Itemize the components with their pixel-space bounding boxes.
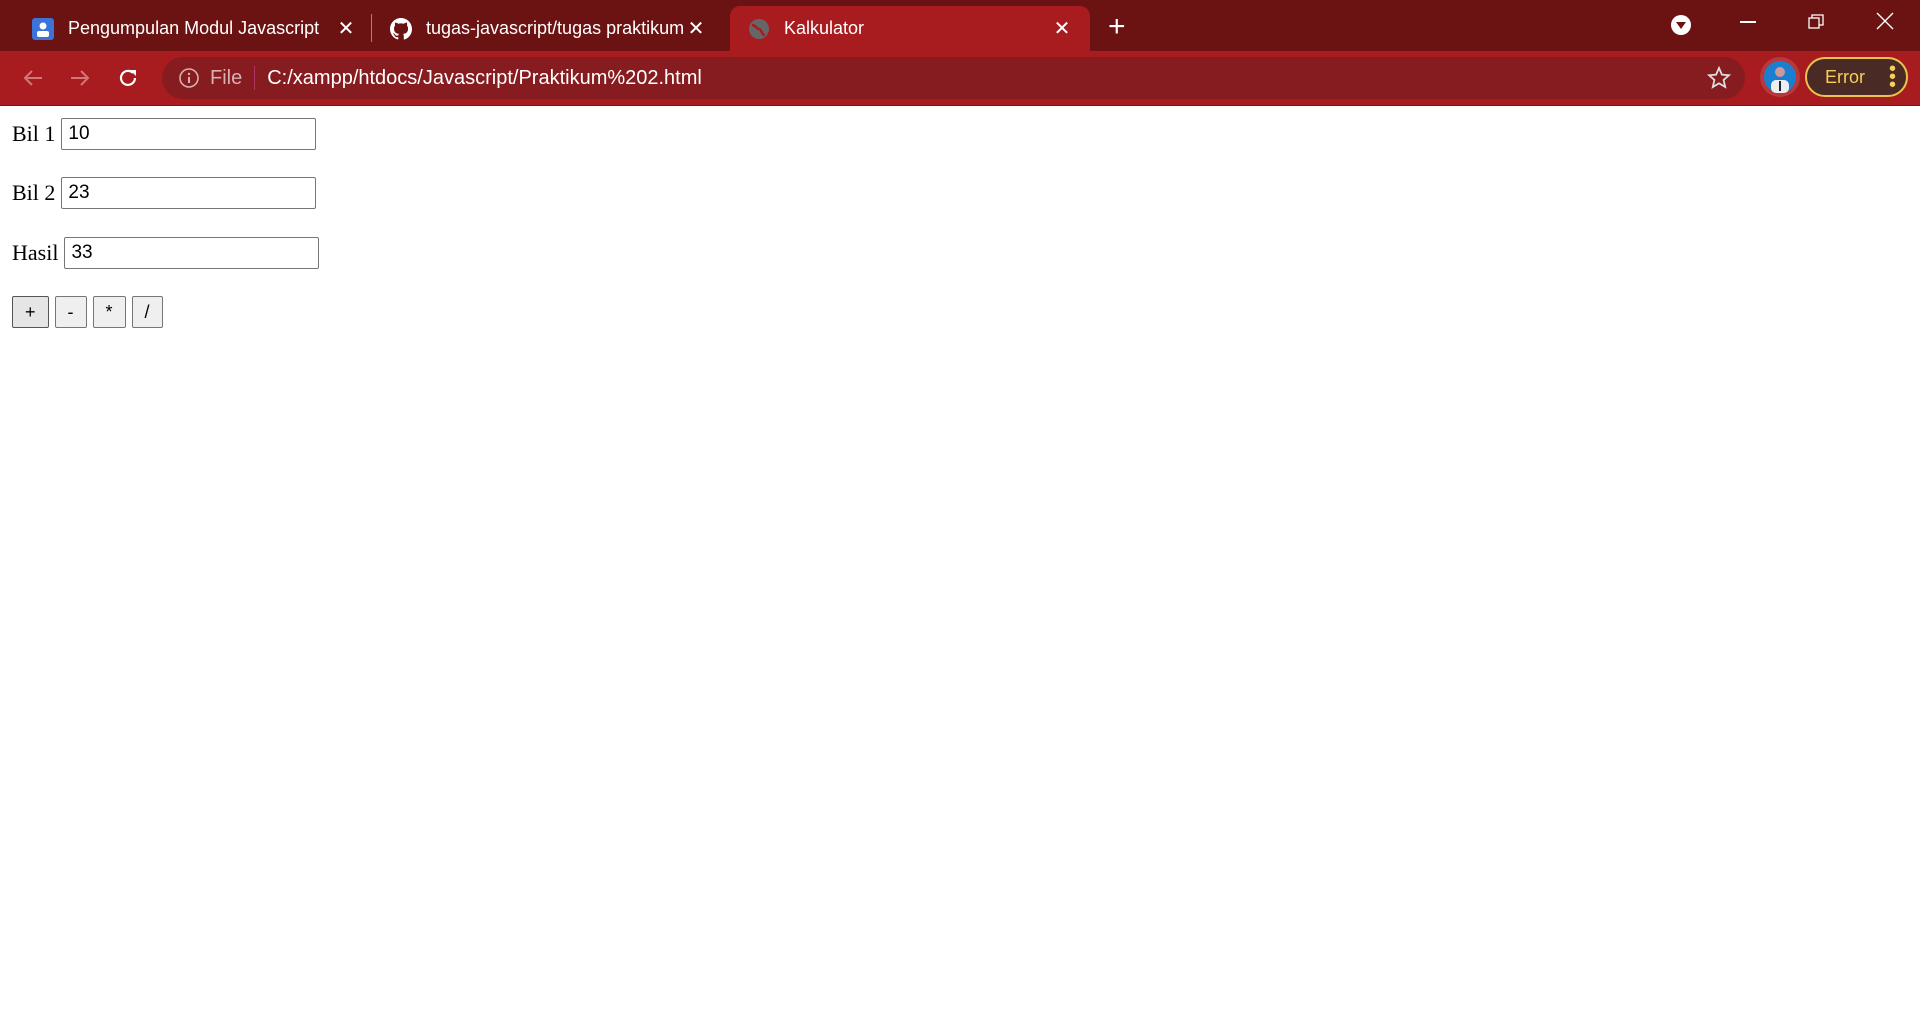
globe-icon bbox=[748, 18, 770, 40]
tab-strip: Pengumpulan Modul Javascript ✕ tugas-jav… bbox=[0, 0, 1920, 51]
hasil-input[interactable] bbox=[64, 237, 320, 269]
bil2-row: Bil 2 bbox=[12, 177, 317, 209]
close-icon[interactable]: ✕ bbox=[334, 16, 358, 41]
back-button[interactable] bbox=[16, 61, 50, 95]
error-label: Error bbox=[1825, 66, 1865, 87]
classroom-icon bbox=[32, 17, 54, 40]
forward-button[interactable] bbox=[63, 61, 97, 95]
info-icon[interactable] bbox=[178, 67, 200, 89]
close-icon[interactable]: ✕ bbox=[684, 16, 708, 41]
tab-kalkulator[interactable]: Kalkulator ✕ bbox=[730, 6, 1090, 51]
bookmark-star-icon[interactable] bbox=[1707, 66, 1731, 90]
divide-button[interactable]: / bbox=[131, 296, 163, 328]
bil1-row: Bil 1 bbox=[12, 118, 317, 150]
minimize-button[interactable] bbox=[1740, 21, 1756, 23]
address-bar[interactable]: File C:/xampp/htdocs/Javascript/Praktiku… bbox=[162, 57, 1745, 99]
hasil-row: Hasil bbox=[12, 237, 320, 269]
tab-title: Pengumpulan Modul Javascript bbox=[68, 18, 320, 38]
tab-search-button[interactable] bbox=[1670, 14, 1692, 41]
new-tab-button[interactable]: + bbox=[1108, 10, 1126, 44]
close-window-button[interactable] bbox=[1876, 12, 1894, 35]
menu-dots-icon: • • • bbox=[1888, 58, 1896, 96]
multiply-button[interactable]: * bbox=[92, 296, 126, 328]
error-button[interactable]: Error • • • bbox=[1805, 57, 1908, 97]
toolbar: File C:/xampp/htdocs/Javascript/Praktiku… bbox=[0, 51, 1920, 106]
tab-github[interactable]: tugas-javascript/tugas praktikum ✕ bbox=[378, 6, 720, 51]
avatar[interactable] bbox=[1760, 57, 1800, 97]
github-icon bbox=[390, 17, 412, 40]
scheme-label: File bbox=[210, 66, 243, 89]
operator-buttons: + - * / bbox=[12, 296, 163, 328]
tab-title: Kalkulator bbox=[784, 18, 865, 38]
subtract-button[interactable]: - bbox=[54, 296, 87, 328]
url-text[interactable]: C:/xampp/htdocs/Javascript/Praktikum%202… bbox=[267, 67, 702, 90]
tab-title: tugas-javascript/tugas praktikum bbox=[426, 18, 684, 38]
bil1-input[interactable] bbox=[61, 118, 317, 150]
hasil-label: Hasil bbox=[12, 240, 59, 265]
bil2-input[interactable] bbox=[61, 177, 317, 209]
bil1-label: Bil 1 bbox=[12, 121, 56, 146]
close-icon[interactable]: ✕ bbox=[1050, 16, 1074, 41]
tab-pengumpulan[interactable]: Pengumpulan Modul Javascript ✕ bbox=[20, 6, 370, 51]
divider bbox=[254, 66, 256, 90]
add-button[interactable]: + bbox=[12, 296, 49, 328]
bil2-label: Bil 2 bbox=[12, 180, 56, 205]
tab-divider bbox=[371, 14, 372, 42]
restore-button[interactable] bbox=[1808, 14, 1824, 35]
reload-button[interactable] bbox=[111, 61, 145, 95]
